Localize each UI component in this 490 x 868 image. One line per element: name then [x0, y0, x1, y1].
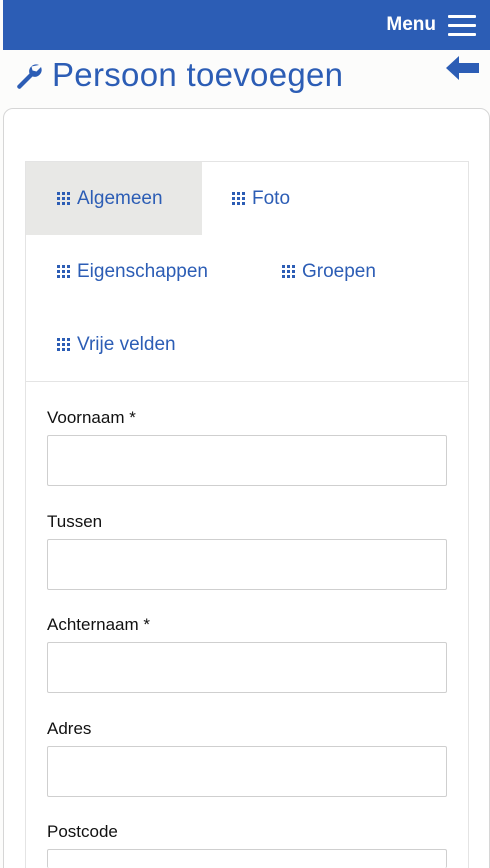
- achternaam-label: Achternaam *: [47, 615, 150, 634]
- tab-label: Groepen: [302, 260, 376, 282]
- hamburger-icon[interactable]: [448, 14, 476, 36]
- tab-label: Foto: [252, 187, 291, 209]
- grid-dots-icon: [57, 264, 70, 278]
- tab-label: Eigenschappen: [77, 260, 208, 282]
- arrow-left-icon[interactable]: [446, 56, 479, 80]
- postcode-label: Postcode: [47, 822, 118, 841]
- tab-eigenschappen[interactable]: Eigenschappen: [57, 235, 247, 308]
- wrench-icon: [17, 64, 42, 89]
- tussen-label: Tussen: [47, 512, 103, 531]
- divider: [26, 381, 468, 382]
- grid-dots-icon: [57, 337, 70, 351]
- postcode-input[interactable]: [47, 849, 447, 868]
- menu-label[interactable]: Menu: [386, 14, 436, 36]
- tab-algemeen[interactable]: Algemeen: [26, 162, 202, 235]
- tab-label: Algemeen: [77, 187, 163, 209]
- tab-label: Vrije velden: [77, 333, 176, 355]
- tab-foto[interactable]: Foto: [232, 162, 332, 235]
- tab-groepen[interactable]: Groepen: [282, 235, 412, 308]
- achternaam-input[interactable]: [47, 642, 447, 693]
- adres-input[interactable]: [47, 746, 447, 797]
- tab-vrije-velden[interactable]: Vrije velden: [57, 308, 227, 381]
- grid-dots-icon: [57, 191, 70, 205]
- tussen-input[interactable]: [47, 539, 447, 590]
- top-bar: Menu: [3, 0, 490, 50]
- grid-dots-icon: [232, 191, 245, 205]
- adres-label: Adres: [47, 719, 92, 738]
- voornaam-label: Voornaam *: [47, 408, 136, 427]
- voornaam-input[interactable]: [47, 435, 447, 486]
- grid-dots-icon: [282, 264, 295, 278]
- page-header: Persoon toevoegen: [14, 55, 343, 95]
- page-title: Persoon toevoegen: [52, 56, 344, 93]
